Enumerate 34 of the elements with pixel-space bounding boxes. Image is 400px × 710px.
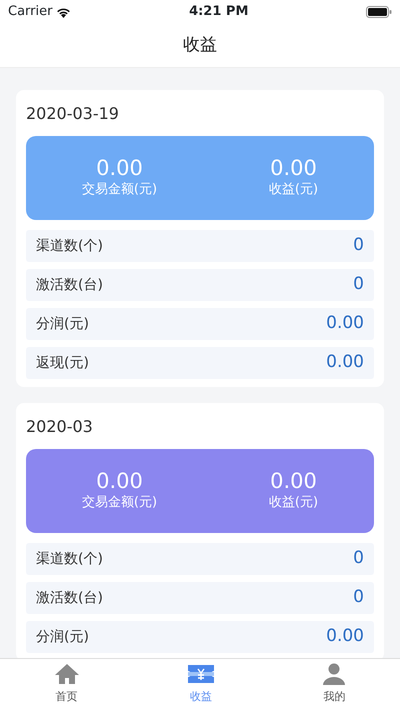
summary-label: 收益(元) — [268, 494, 318, 512]
row-label: 返现(元) — [36, 354, 89, 372]
tab-button[interactable]: 我的 — [268, 659, 400, 710]
row-label: 渠道数(个) — [36, 550, 103, 568]
row-value: 0.00 — [326, 625, 364, 648]
summary-value: 0.00 — [270, 156, 317, 180]
home-icon — [54, 663, 80, 686]
battery-icon — [366, 6, 392, 18]
summary-value: 0.00 — [270, 470, 317, 493]
time-label: 4:21 PM — [189, 3, 248, 22]
summary-label: 收益(元) — [268, 180, 318, 199]
row-label: 分润(元) — [36, 314, 89, 334]
row-label: 激活数(台) — [36, 276, 103, 294]
page-title: 收益 — [183, 34, 217, 57]
row-label: 渠道数(个) — [36, 236, 103, 256]
summary-label: 交易金额(元) — [82, 494, 158, 512]
row-value: 0 — [353, 234, 364, 258]
date-label: 2020-03 — [26, 416, 94, 438]
row-value: 0 — [353, 547, 364, 570]
carrier-label: Carrier — [8, 3, 52, 22]
row-label: 分润(元) — [36, 628, 89, 646]
summary-value: 0.00 — [96, 156, 143, 180]
row-value: 0.00 — [326, 351, 364, 374]
date-label: 2020-03-19 — [26, 103, 120, 125]
wifi-icon — [56, 6, 72, 18]
row-label: 激活数(台) — [36, 588, 103, 608]
summary-label: 交易金额(元) — [82, 180, 158, 199]
row-value: 0 — [353, 586, 364, 610]
tab-button[interactable]: 首页 — [0, 659, 134, 710]
row-value: 0 — [353, 273, 364, 296]
person-icon — [322, 663, 346, 686]
summary-value: 0.00 — [96, 470, 143, 493]
ticket-icon — [186, 663, 215, 686]
row-value: 0.00 — [326, 312, 364, 336]
